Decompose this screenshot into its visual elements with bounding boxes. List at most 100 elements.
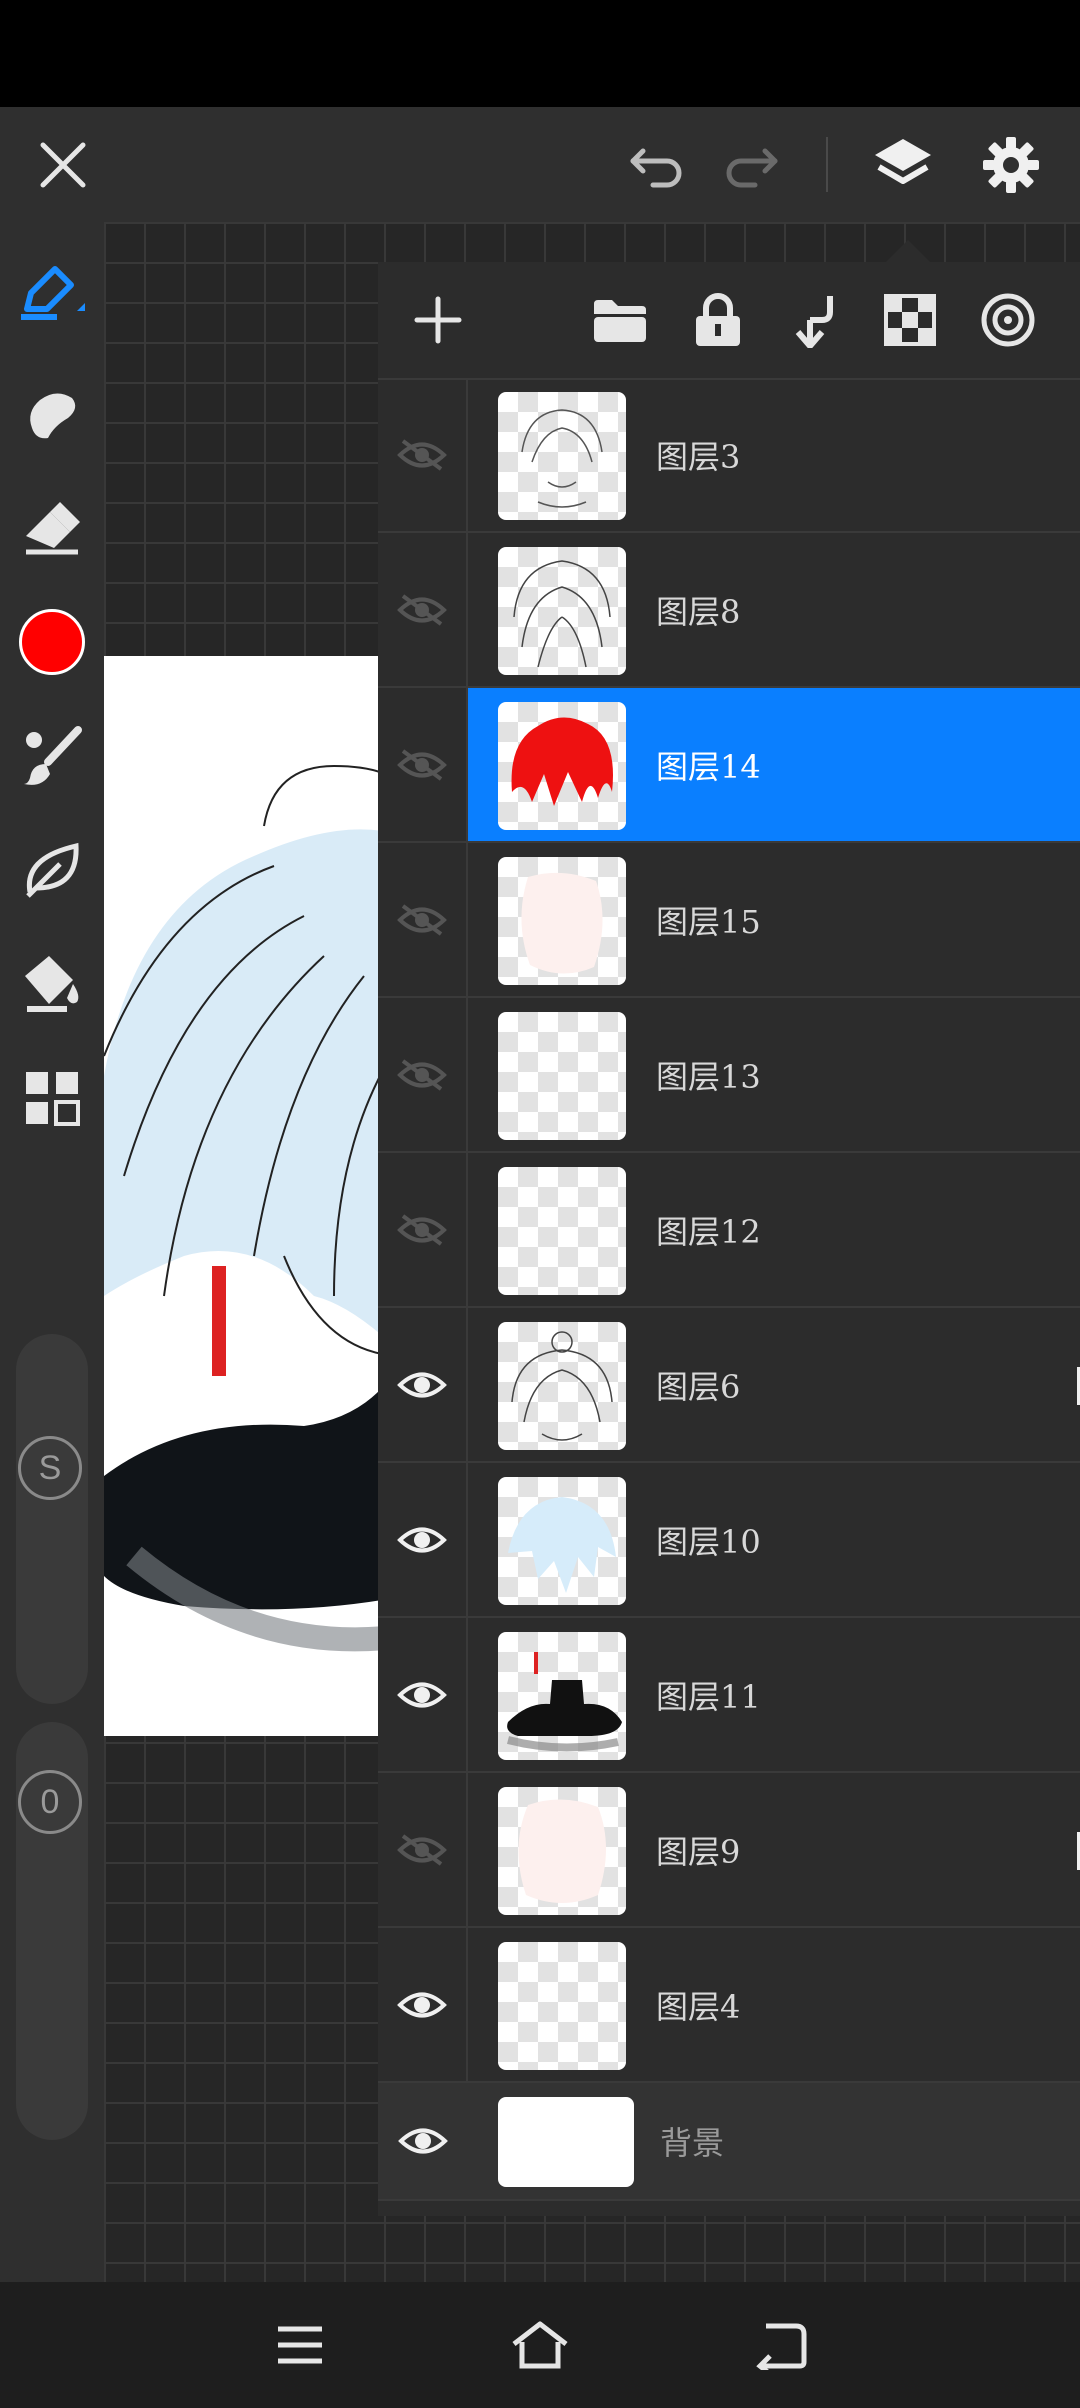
color-picker-button[interactable] [12, 602, 92, 682]
layer-row-body[interactable]: 图层8 [468, 533, 1080, 686]
layer-row[interactable]: 图层10 [378, 1463, 1080, 1618]
eye-icon [397, 1372, 447, 1397]
layers-button[interactable] [858, 107, 948, 222]
current-color-swatch [19, 609, 85, 675]
visibility-toggle[interactable] [378, 1463, 468, 1616]
layer-name: 图层14 [656, 747, 761, 786]
eye-hidden-icon [397, 593, 447, 626]
alpha-lock-button[interactable] [870, 280, 950, 360]
opacity-slider-label: 0 [40, 1782, 60, 1821]
left-toolbar: S 0 [0, 222, 104, 2282]
visibility-toggle[interactable] [378, 1618, 468, 1771]
smudge-icon [30, 393, 76, 439]
layer-row[interactable]: 图层11 [378, 1618, 1080, 1773]
merge-down-button[interactable] [774, 280, 854, 360]
layer-row-body[interactable]: 图层15 [468, 843, 1080, 996]
brush-size-slider[interactable] [16, 1334, 88, 1704]
add-layer-button[interactable] [398, 280, 478, 360]
layer-name: 图层3 [656, 437, 741, 476]
eye-hidden-icon [397, 438, 447, 471]
layer-row[interactable]: 图层6 [378, 1308, 1080, 1463]
layer-panel-header [378, 262, 1080, 380]
back-button[interactable] [740, 2305, 820, 2385]
layer-thumbnail [498, 702, 626, 830]
layer-row-body[interactable]: 图层4 [468, 1928, 1080, 2081]
close-icon [40, 142, 86, 187]
home-button[interactable] [500, 2305, 580, 2385]
layer-group-button[interactable] [580, 280, 660, 360]
eye-hidden-icon [397, 748, 447, 781]
layer-thumbnail [498, 392, 626, 520]
eye-icon [397, 1527, 447, 1552]
fill-tool[interactable] [12, 944, 92, 1024]
layer-row-body[interactable]: 图层12 [468, 1153, 1080, 1306]
close-button[interactable] [18, 107, 108, 222]
layer-row-body[interactable]: 图层10 [468, 1463, 1080, 1616]
layer-row-selected[interactable]: 图层14 [378, 688, 1080, 843]
paint-bucket-icon [25, 956, 79, 1012]
layer-row[interactable]: 图层13 [378, 998, 1080, 1153]
eye-icon [397, 1682, 447, 1707]
layer-row[interactable]: 图层4 [378, 1928, 1080, 2083]
layer-row-body[interactable]: 图层6 [468, 1308, 1080, 1461]
lock-icon [696, 293, 740, 346]
layer-row[interactable]: 图层12 [378, 1153, 1080, 1308]
checkerboard-icon [884, 294, 936, 346]
gear-icon [983, 136, 1039, 193]
visibility-toggle[interactable] [378, 1153, 468, 1306]
layer-row-body[interactable]: 图层11 [468, 1618, 1080, 1771]
visibility-toggle[interactable] [378, 1928, 468, 2081]
layer-row-body[interactable]: 背景 [468, 2083, 1080, 2199]
layer-row-body[interactable]: 图层14 [468, 688, 1080, 841]
opacity-knob[interactable]: 0 [18, 1770, 82, 1834]
more-tools-button[interactable] [12, 1058, 92, 1138]
background-layer-row[interactable]: 背景 [378, 2083, 1080, 2201]
back-icon [756, 2323, 807, 2370]
visibility-toggle[interactable] [378, 2083, 468, 2199]
visibility-toggle[interactable] [378, 843, 468, 996]
layer-thumbnail [498, 1012, 626, 1140]
layer-thumbnail [498, 547, 626, 675]
brush-size-knob[interactable]: S [18, 1436, 82, 1500]
layer-row[interactable]: 图层8 [378, 533, 1080, 688]
layer-row-body[interactable]: 图层13 [468, 998, 1080, 1151]
layer-row[interactable]: 图层9 [378, 1773, 1080, 1928]
eraser-icon [26, 502, 80, 555]
eraser-tool[interactable] [12, 488, 92, 568]
smudge-tool[interactable] [12, 374, 92, 454]
visibility-toggle[interactable] [378, 688, 468, 841]
layer-row[interactable]: 图层3 [378, 378, 1080, 533]
settings-button[interactable] [966, 107, 1056, 222]
visibility-toggle[interactable] [378, 998, 468, 1151]
brush-icon [24, 726, 82, 785]
visibility-toggle[interactable] [378, 378, 468, 531]
lasso-tool[interactable] [12, 830, 92, 910]
pen-tool[interactable] [12, 252, 92, 332]
layer-thumbnail [498, 1322, 626, 1450]
size-slider-label: S [38, 1448, 62, 1487]
layer-name: 图层10 [656, 1522, 761, 1561]
clipping-mask-icon [1077, 1832, 1080, 1870]
layer-row-body[interactable]: 图层3 [468, 378, 1080, 531]
layer-properties-button[interactable] [968, 280, 1048, 360]
layer-name: 背景 [660, 2124, 725, 2162]
layer-row-body[interactable]: 图层9 [468, 1773, 1080, 1926]
eye-hidden-icon [397, 1833, 447, 1866]
eye-hidden-icon [397, 1213, 447, 1246]
grid-icon [26, 1072, 80, 1126]
layer-thumbnail [498, 1787, 626, 1915]
redo-button[interactable] [706, 107, 796, 222]
layer-thumbnail [498, 1632, 626, 1760]
status-bar [0, 0, 1080, 107]
undo-button[interactable] [612, 107, 702, 222]
top-bar [0, 107, 1080, 222]
visibility-toggle[interactable] [378, 1308, 468, 1461]
visibility-toggle[interactable] [378, 1773, 468, 1926]
lock-layer-button[interactable] [678, 280, 758, 360]
merge-down-icon [795, 296, 833, 348]
visibility-toggle[interactable] [378, 533, 468, 686]
brush-tool[interactable] [12, 716, 92, 796]
menu-button[interactable] [260, 2305, 340, 2385]
layer-row[interactable]: 图层15 [378, 843, 1080, 998]
plus-icon [414, 296, 462, 344]
